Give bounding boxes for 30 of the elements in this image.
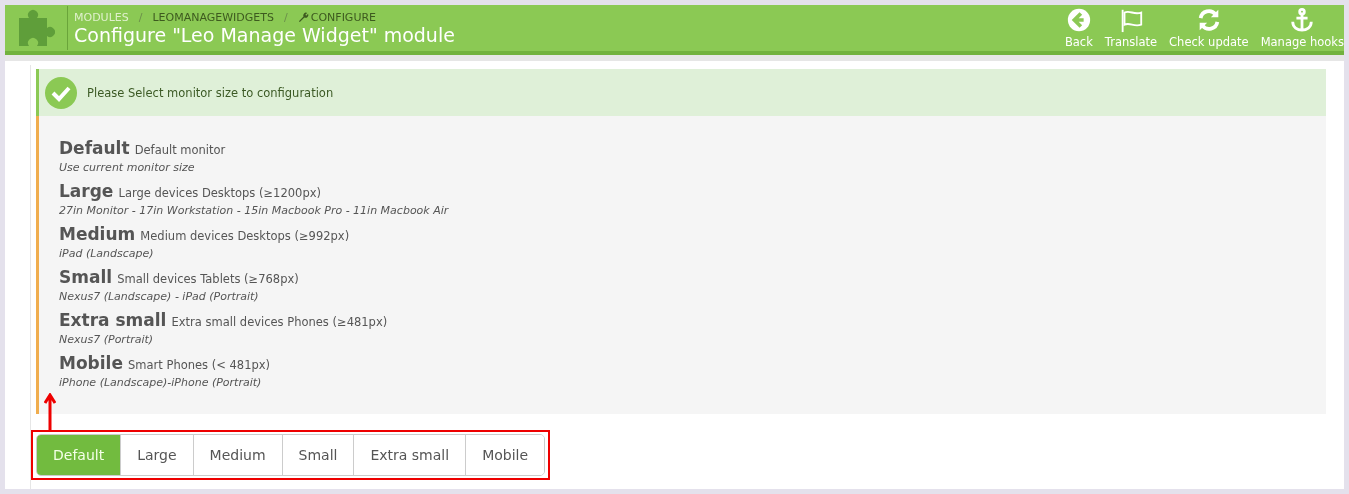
- annotation-arrow: [44, 393, 56, 431]
- device-list: 27in Monitor - 17in Workstation - 15in Macbook Pro - 11in Macbook Air: [59, 204, 1326, 217]
- device-list: Use current monitor size: [59, 161, 1326, 174]
- size-tab[interactable]: Default: [37, 435, 121, 475]
- size-name: Small: [59, 267, 113, 287]
- size-description: Small devices Tablets (≥768px): [117, 272, 299, 286]
- breadcrumb-separator: /: [284, 10, 288, 24]
- size-name: Mobile: [59, 353, 123, 373]
- size-description: Default monitor: [134, 143, 226, 157]
- size-name: Extra small: [59, 310, 167, 330]
- wrench-icon: [297, 11, 309, 23]
- size-description: Medium devices Desktops (≥992px): [140, 229, 350, 243]
- anchor-icon: [1289, 7, 1316, 33]
- size-description: Large devices Desktops (≥1200px): [118, 186, 321, 200]
- device-list: iPhone (Landscape)-iPhone (Portrait): [59, 376, 1326, 389]
- size-tab[interactable]: Mobile: [465, 435, 545, 475]
- device-list: iPad (Landscape): [59, 247, 1326, 260]
- breadcrumb-separator: /: [138, 10, 143, 24]
- page-title: Configure "Leo Manage Widget" module: [74, 23, 455, 46]
- checkmark-icon: [45, 76, 77, 109]
- device-list: Nexus7 (Portrait): [59, 333, 1326, 346]
- alert-message: Please Select monitor size to configuration: [87, 85, 334, 100]
- size-description: Extra small devices Phones (≥481px): [171, 315, 388, 329]
- breadcrumb-link[interactable]: CONFIGURE: [310, 10, 377, 24]
- breadcrumb-link[interactable]: LEOMANAGEWIDGETS: [152, 10, 274, 24]
- size-name: Default: [59, 138, 130, 158]
- device-list: Nexus7 (Landscape) - iPad (Portrait): [59, 290, 1326, 303]
- size-name: Large: [59, 181, 114, 201]
- size-name: Medium: [59, 224, 136, 244]
- size-description: Smart Phones (< 481px): [128, 358, 271, 372]
